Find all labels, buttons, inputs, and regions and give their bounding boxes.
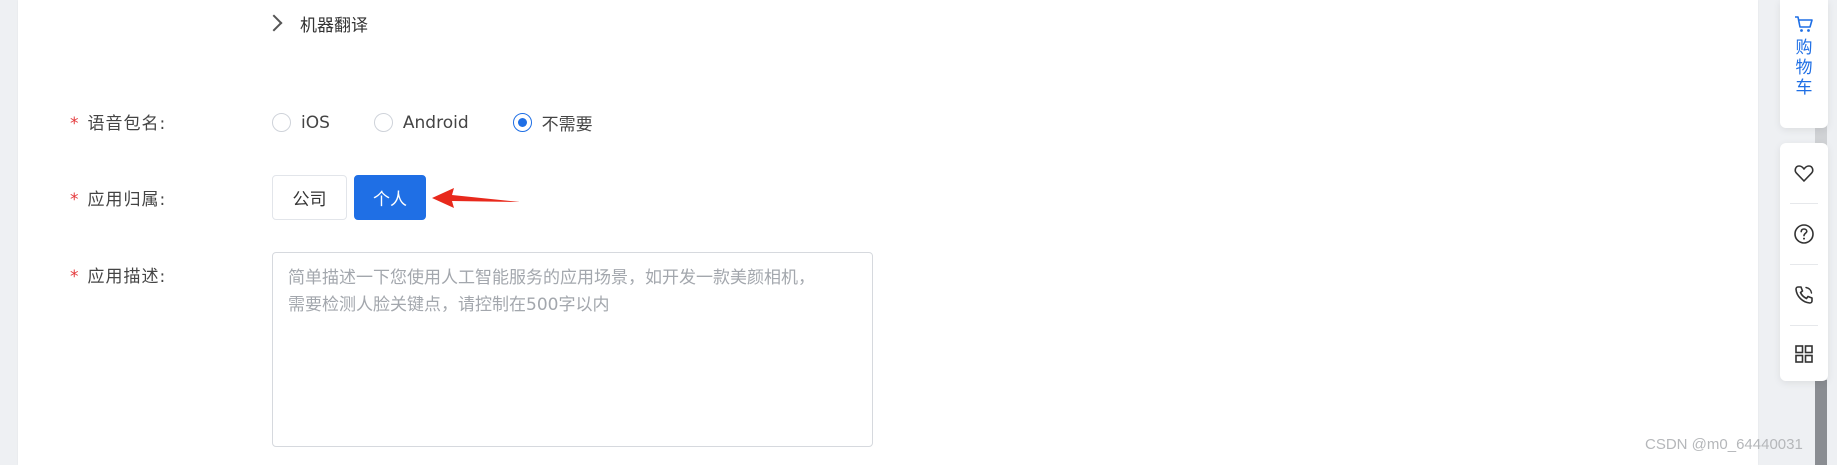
required-mark: * (70, 267, 80, 287)
radio-not-needed-label: 不需要 (541, 115, 593, 135)
radio-android[interactable]: Android (373, 112, 469, 133)
help-button[interactable] (1780, 204, 1828, 264)
shopping-cart-button[interactable]: 购 物 车 (1780, 0, 1828, 128)
description-label: * 应用描述: (70, 262, 166, 287)
ownership-label-text: 应用归属: (87, 190, 167, 210)
cart-icon (1795, 16, 1813, 32)
description-label-text: 应用描述: (87, 267, 167, 287)
radio-ios-label: iOS (301, 112, 330, 133)
heart-icon (1794, 165, 1814, 182)
radio-ios[interactable]: iOS (272, 113, 330, 133)
red-arrow-annotation (432, 188, 520, 208)
cart-label-char: 物 (1795, 58, 1813, 78)
cart-label-char: 购 (1795, 38, 1813, 58)
ownership-company-button[interactable]: 公司 (272, 175, 347, 220)
machine-translation-collapse[interactable]: 机器翻译 (265, 6, 368, 40)
collapse-label: 机器翻译 (300, 15, 368, 36)
page-left-margin (0, 0, 18, 465)
description-textarea[interactable]: 简单描述一下您使用人工智能服务的应用场景，如开发一款美颜相机， 需要检测人脸关键… (272, 252, 873, 447)
radio-not-needed[interactable]: 不需要 (512, 110, 593, 135)
cart-label-char: 车 (1795, 78, 1813, 98)
phone-icon (1795, 286, 1813, 304)
apps-button[interactable] (1780, 326, 1828, 381)
floating-toolbar (1780, 143, 1828, 381)
radio-circle (373, 113, 393, 132)
required-mark: * (70, 190, 80, 210)
radio-circle (272, 113, 291, 132)
radio-android-label: Android (402, 112, 469, 133)
favorite-button[interactable] (1780, 143, 1828, 203)
description-placeholder-line-1: 简单描述一下您使用人工智能服务的应用场景，如开发一款美颜相机， (288, 268, 815, 288)
voice-package-radio-group: iOS Android 不需要 (272, 110, 593, 135)
cart-label: 购 物 车 (1795, 38, 1813, 98)
grid-icon (1795, 344, 1813, 363)
watermark-text: CSDN @m0_64440031 (1645, 436, 1803, 453)
voice-package-label-text: 语音包名: (87, 114, 167, 134)
ownership-label: * 应用归属: (70, 185, 166, 210)
help-icon (1794, 224, 1814, 244)
page-scrollbar-thumb[interactable] (1815, 380, 1827, 465)
required-mark: * (70, 114, 80, 134)
phone-button[interactable] (1780, 265, 1828, 325)
radio-circle-checked (512, 113, 532, 132)
chevron-right-icon (265, 14, 283, 32)
ownership-personal-button[interactable]: 个人 (354, 175, 426, 220)
voice-package-label: * 语音包名: (70, 109, 166, 134)
description-placeholder-line-2: 需要检测人脸关键点，请控制在500字以内 (288, 295, 610, 315)
